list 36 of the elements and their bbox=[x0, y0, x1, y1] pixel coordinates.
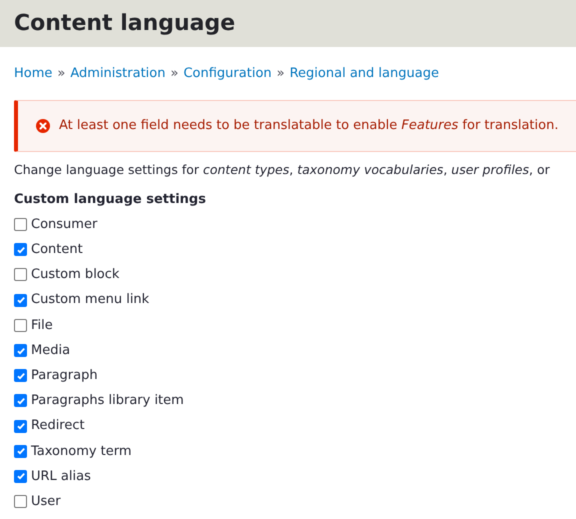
settings-heading: Custom language settings bbox=[14, 190, 207, 208]
checkbox[interactable] bbox=[14, 470, 27, 483]
checkbox[interactable] bbox=[14, 444, 27, 458]
checkbox-label: Media bbox=[31, 342, 70, 360]
breadcrumb-separator: » bbox=[57, 65, 66, 83]
error-icon bbox=[36, 118, 50, 132]
checkbox-label: Custom block bbox=[31, 266, 120, 284]
breadcrumb-link[interactable]: Administration bbox=[70, 64, 166, 84]
checkbox[interactable] bbox=[14, 243, 27, 256]
checkbox[interactable] bbox=[14, 420, 27, 433]
checkbox-label: Paragraphs library item bbox=[31, 392, 184, 410]
breadcrumb-link[interactable]: Regional and language bbox=[290, 64, 439, 84]
checkbox-label: File bbox=[31, 316, 53, 335]
description-text: Change language settings for content types, taxonomy vocabularies, user profiles, or bbox=[14, 160, 551, 178]
checkbox-label: URL alias bbox=[31, 468, 91, 486]
checkbox-label: Taxonomy term bbox=[31, 442, 132, 461]
breadcrumb-separator: » bbox=[170, 65, 178, 83]
checkbox-label: Content bbox=[31, 241, 83, 260]
checkbox[interactable] bbox=[14, 294, 27, 307]
checkbox-label: User bbox=[31, 492, 61, 511]
checkbox-label: Paragraph bbox=[31, 366, 98, 385]
checkbox[interactable] bbox=[14, 318, 27, 332]
checkbox-label: Consumer bbox=[31, 216, 98, 234]
checkbox[interactable] bbox=[14, 495, 27, 508]
checkbox-label: Redirect bbox=[31, 417, 85, 436]
error-text: At least one field needs to be translatable to enable Features for translation. bbox=[59, 116, 558, 135]
breadcrumb-separator: » bbox=[276, 65, 285, 83]
checkbox[interactable] bbox=[14, 344, 27, 358]
checkbox[interactable] bbox=[14, 369, 27, 382]
checkbox[interactable] bbox=[14, 218, 27, 232]
checkbox[interactable] bbox=[14, 394, 27, 408]
breadcrumb-link[interactable]: Home bbox=[14, 64, 52, 84]
checkbox-label: Custom menu link bbox=[31, 291, 150, 310]
checkbox[interactable] bbox=[14, 268, 27, 282]
page-title: Content language bbox=[14, 10, 236, 38]
breadcrumb-link[interactable]: Configuration bbox=[183, 64, 272, 84]
